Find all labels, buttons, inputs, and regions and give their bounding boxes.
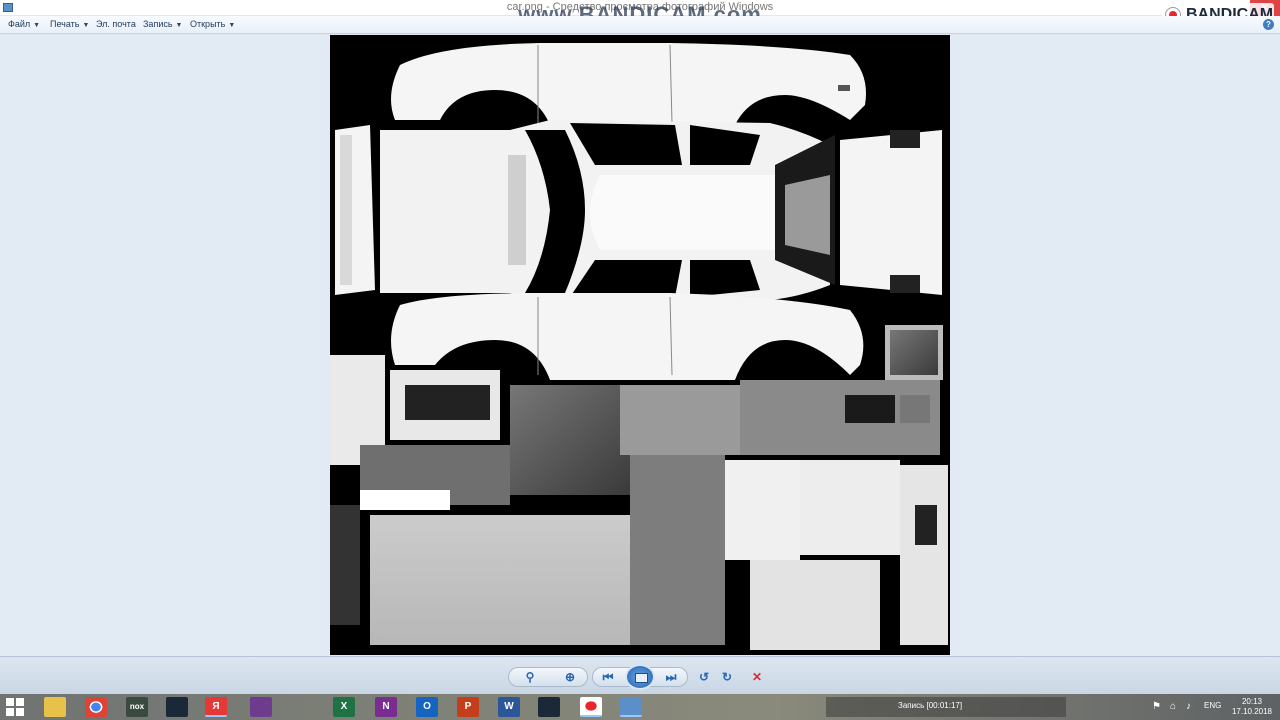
car-texture-image: [330, 35, 950, 655]
menu-burn-label: Запись: [143, 19, 173, 29]
chrome-icon[interactable]: [85, 697, 107, 717]
flag-icon[interactable]: ⚑: [1152, 701, 1161, 712]
image-viewer-area: [0, 35, 1280, 656]
network-icon[interactable]: ⌂: [1170, 701, 1176, 712]
powerpoint-icon[interactable]: P: [457, 697, 479, 717]
menu-open[interactable]: Открыть ▼: [190, 19, 235, 29]
previous-button[interactable]: ⏮: [600, 669, 616, 685]
next-button[interactable]: ⏭: [663, 669, 679, 685]
menu-open-label: Открыть: [190, 19, 226, 29]
delete-button[interactable]: ✕: [749, 669, 765, 685]
windows-start-button[interactable]: [6, 698, 24, 716]
car-uv-map-drawing: [330, 43, 948, 650]
taskbar: nox Я X N O P W Запись [00:01:17] ⚑ ⌂ ♪ …: [0, 694, 1280, 720]
winrar-icon[interactable]: [250, 697, 272, 717]
menu-email-label: Эл. почта: [96, 19, 136, 29]
zoom-button[interactable]: ⚲: [522, 669, 538, 685]
recording-status-text: Запись [00:01:17]: [898, 701, 963, 710]
menu-bar: Файл ▼ Печать ▼ Эл. почта Запись ▼ Открыть ▼…: [0, 16, 1280, 34]
chevron-down-icon: ▼: [33, 22, 41, 29]
outlook-icon[interactable]: O: [416, 697, 438, 717]
actual-size-button[interactable]: ⊕: [562, 669, 578, 685]
nox-icon[interactable]: nox: [126, 697, 148, 717]
clock[interactable]: 20:13 17.10.2018: [1230, 697, 1274, 717]
word-icon[interactable]: W: [498, 697, 520, 717]
chevron-down-icon: ▼: [228, 22, 236, 29]
windows-logo-icon-part: [16, 708, 24, 716]
file-explorer-icon[interactable]: [44, 697, 66, 717]
yandex-browser-icon[interactable]: Я: [205, 697, 227, 717]
language-indicator[interactable]: ENG: [1204, 701, 1221, 710]
excel-icon[interactable]: X: [333, 697, 355, 717]
rotate-counterclockwise-button[interactable]: ↺: [696, 669, 712, 685]
chevron-down-icon: ▼: [82, 22, 90, 29]
windows-logo-icon-part: [16, 698, 24, 706]
chevron-down-icon: ▼: [175, 22, 183, 29]
menu-file[interactable]: Файл ▼: [8, 19, 40, 29]
photo-viewer-taskbar-icon[interactable]: [620, 697, 642, 717]
title-bar: car.png - Средство просмотра фотографий …: [0, 0, 1280, 16]
menu-file-label: Файл: [8, 19, 31, 29]
window-title: car.png - Средство просмотра фотографий …: [506, 1, 774, 13]
steam-icon-2[interactable]: [538, 697, 560, 717]
menu-print-label: Печать: [50, 19, 80, 29]
volume-icon[interactable]: ♪: [1186, 701, 1191, 712]
slideshow-button[interactable]: [625, 664, 655, 690]
clock-time: 20:13: [1241, 697, 1263, 706]
recording-status-panel: Запись [00:01:17]: [826, 697, 1066, 717]
windows-logo-icon-part: [6, 708, 14, 716]
help-icon[interactable]: ?: [1263, 19, 1274, 30]
steam-icon[interactable]: [166, 697, 188, 717]
onenote-icon[interactable]: N: [375, 697, 397, 717]
menu-print[interactable]: Печать ▼: [50, 19, 89, 29]
menu-email[interactable]: Эл. почта: [96, 19, 136, 29]
rotate-clockwise-button[interactable]: ↻: [719, 669, 735, 685]
windows-logo-icon: [6, 698, 14, 706]
clock-date: 17.10.2018: [1231, 707, 1273, 716]
menu-burn[interactable]: Запись ▼: [143, 19, 182, 29]
bandicam-taskbar-icon[interactable]: [580, 697, 602, 717]
